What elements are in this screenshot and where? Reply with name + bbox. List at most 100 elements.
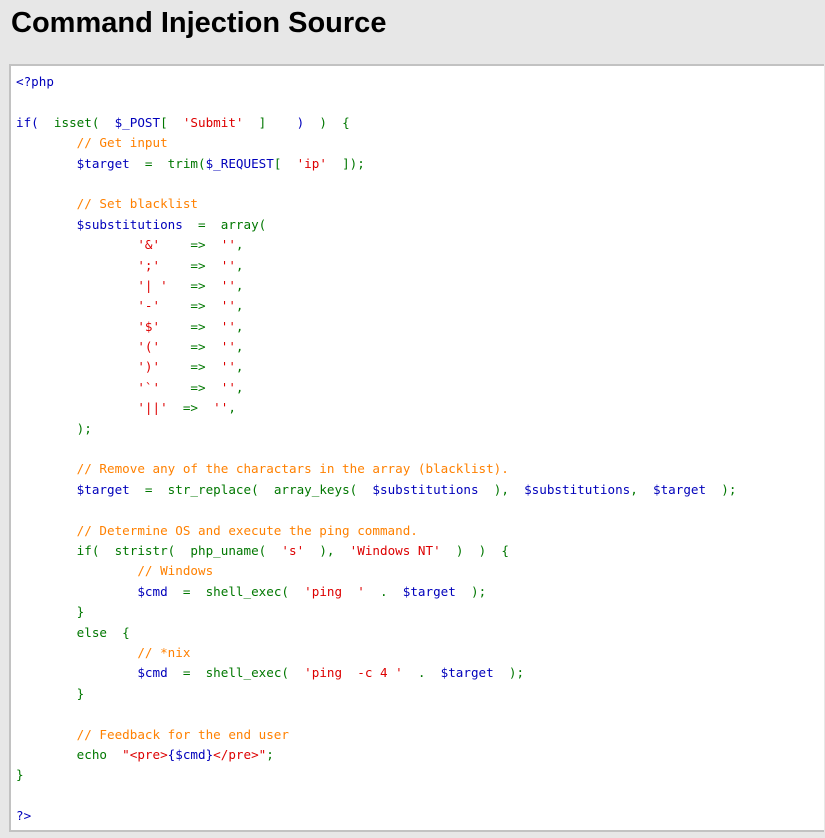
code-line: } xyxy=(16,684,736,704)
code-token-string: '-' xyxy=(137,298,168,314)
code-token-default: $_POST xyxy=(107,114,161,130)
code-token-keyword: => xyxy=(167,257,214,273)
code-token-default: {$cmd} xyxy=(167,746,214,762)
code-token-string: 'ping ' xyxy=(296,583,373,599)
code-token-keyword: => xyxy=(167,298,214,314)
code-token-keyword: ); xyxy=(16,420,92,436)
code-token-keyword: trim( xyxy=(160,155,206,171)
code-token-keyword xyxy=(16,665,137,680)
code-token-default: $target xyxy=(645,481,714,497)
code-token-keyword: => xyxy=(167,237,214,253)
code-token-keyword xyxy=(16,196,77,211)
code-token-keyword: , xyxy=(235,277,244,293)
code-token-keyword: = xyxy=(175,583,198,599)
code-token-string: ';' xyxy=(137,257,168,273)
code-line: $cmd = shell_exec( 'ping -c 4 ' . $targe… xyxy=(16,663,736,683)
code-line: } xyxy=(16,765,736,785)
code-token-default: $_REQUEST xyxy=(205,155,274,171)
code-token-keyword: if( xyxy=(16,542,107,558)
page: Command Injection Source <?php if( isset… xyxy=(0,0,825,838)
code-token-keyword xyxy=(16,217,77,232)
code-token-keyword xyxy=(16,237,137,252)
code-token-keyword xyxy=(16,319,137,334)
code-token-default: $substitutions xyxy=(516,481,631,497)
code-token-keyword xyxy=(16,278,137,293)
code-token-keyword xyxy=(16,461,77,476)
code-token-keyword: => xyxy=(167,339,214,355)
code-token-comment: // Get input xyxy=(76,135,168,151)
code-token-string: '(' xyxy=(137,339,168,355)
source-code: <?php if( isset( $_POST[ 'Submit' ] ) ) … xyxy=(16,72,736,826)
code-line: if( isset( $_POST[ 'Submit' ] ) ) { xyxy=(16,113,736,133)
code-line: $substitutions = array( xyxy=(16,215,736,235)
code-token-keyword: { xyxy=(493,542,509,558)
code-token-default: $target xyxy=(395,583,464,599)
code-token-string: '||' xyxy=(137,400,176,416)
code-token-keyword: = xyxy=(137,481,161,497)
code-token-keyword: , xyxy=(235,318,244,334)
code-token-keyword xyxy=(16,339,137,354)
code-token-keyword: , xyxy=(235,237,244,253)
code-token-keyword: , xyxy=(630,481,646,497)
code-token-keyword xyxy=(16,359,137,374)
code-token-keyword: { xyxy=(334,114,350,130)
code-token-keyword: array_keys( xyxy=(266,481,365,497)
code-token-keyword: , xyxy=(228,400,236,416)
code-token-string: '' xyxy=(205,400,229,416)
code-token-keyword: , xyxy=(235,298,244,314)
code-token-keyword: ), xyxy=(311,542,343,558)
code-token-keyword: ) xyxy=(471,542,494,558)
code-token-keyword xyxy=(16,727,77,742)
code-token-keyword xyxy=(16,563,137,578)
code-line: // Feedback for the end user xyxy=(16,725,736,745)
code-token-string: '' xyxy=(213,298,236,314)
code-token-keyword: ) xyxy=(448,542,471,558)
code-token-keyword: , xyxy=(235,339,244,355)
code-token-string: "<pre> xyxy=(114,746,168,762)
code-token-keyword xyxy=(16,645,137,660)
code-token-string: 's' xyxy=(273,542,312,558)
code-token-default: if( xyxy=(16,114,47,130)
code-line: // Remove any of the charactars in the a… xyxy=(16,459,736,479)
code-line: else { xyxy=(16,623,736,643)
code-line: // Set blacklist xyxy=(16,194,736,214)
code-token-keyword xyxy=(16,400,137,415)
code-token-keyword: ); xyxy=(501,665,525,681)
code-line: '$' => '', xyxy=(16,317,736,337)
code-token-keyword: { xyxy=(114,624,130,640)
code-line: $cmd = shell_exec( 'ping ' . $target ); xyxy=(16,582,736,602)
code-token-keyword: = xyxy=(175,665,198,681)
code-token-keyword: = xyxy=(137,155,161,171)
code-line: // Determine OS and execute the ping com… xyxy=(16,521,736,541)
code-token-default: $substitutions xyxy=(364,481,487,497)
code-token-keyword xyxy=(16,380,137,395)
code-token-default: $target xyxy=(76,155,138,171)
code-token-string: '' xyxy=(213,277,236,293)
code-line: ';' => '', xyxy=(16,256,736,276)
code-token-string: '' xyxy=(213,237,236,253)
code-token-default: ?> xyxy=(16,808,32,824)
code-token-keyword: => xyxy=(175,277,214,293)
code-token-keyword xyxy=(16,523,77,538)
code-token-keyword: stristr( xyxy=(107,542,183,558)
code-token-keyword xyxy=(16,156,77,171)
code-token-keyword: shell_exec( xyxy=(198,583,297,599)
code-token-keyword xyxy=(16,584,137,599)
code-token-keyword: php_uname( xyxy=(182,542,274,558)
code-token-keyword: , xyxy=(235,379,244,395)
code-token-keyword: [ xyxy=(273,155,290,171)
code-token-string: '' xyxy=(213,379,236,395)
code-line: ')' => '', xyxy=(16,357,736,377)
code-token-keyword: ]); xyxy=(334,155,365,171)
code-token-default: <?php xyxy=(16,74,54,89)
code-token-keyword xyxy=(16,298,137,313)
code-token-keyword: => xyxy=(167,359,214,375)
source-code-panel: <?php if( isset( $_POST[ 'Submit' ] ) ) … xyxy=(9,64,824,832)
code-token-comment: // *nix xyxy=(137,644,191,660)
code-token-keyword: ), xyxy=(486,481,517,497)
code-token-string: '$' xyxy=(137,318,168,334)
code-token-string: </pre>" xyxy=(213,746,267,762)
code-line: echo "<pre>{$cmd}</pre>"; xyxy=(16,745,736,765)
